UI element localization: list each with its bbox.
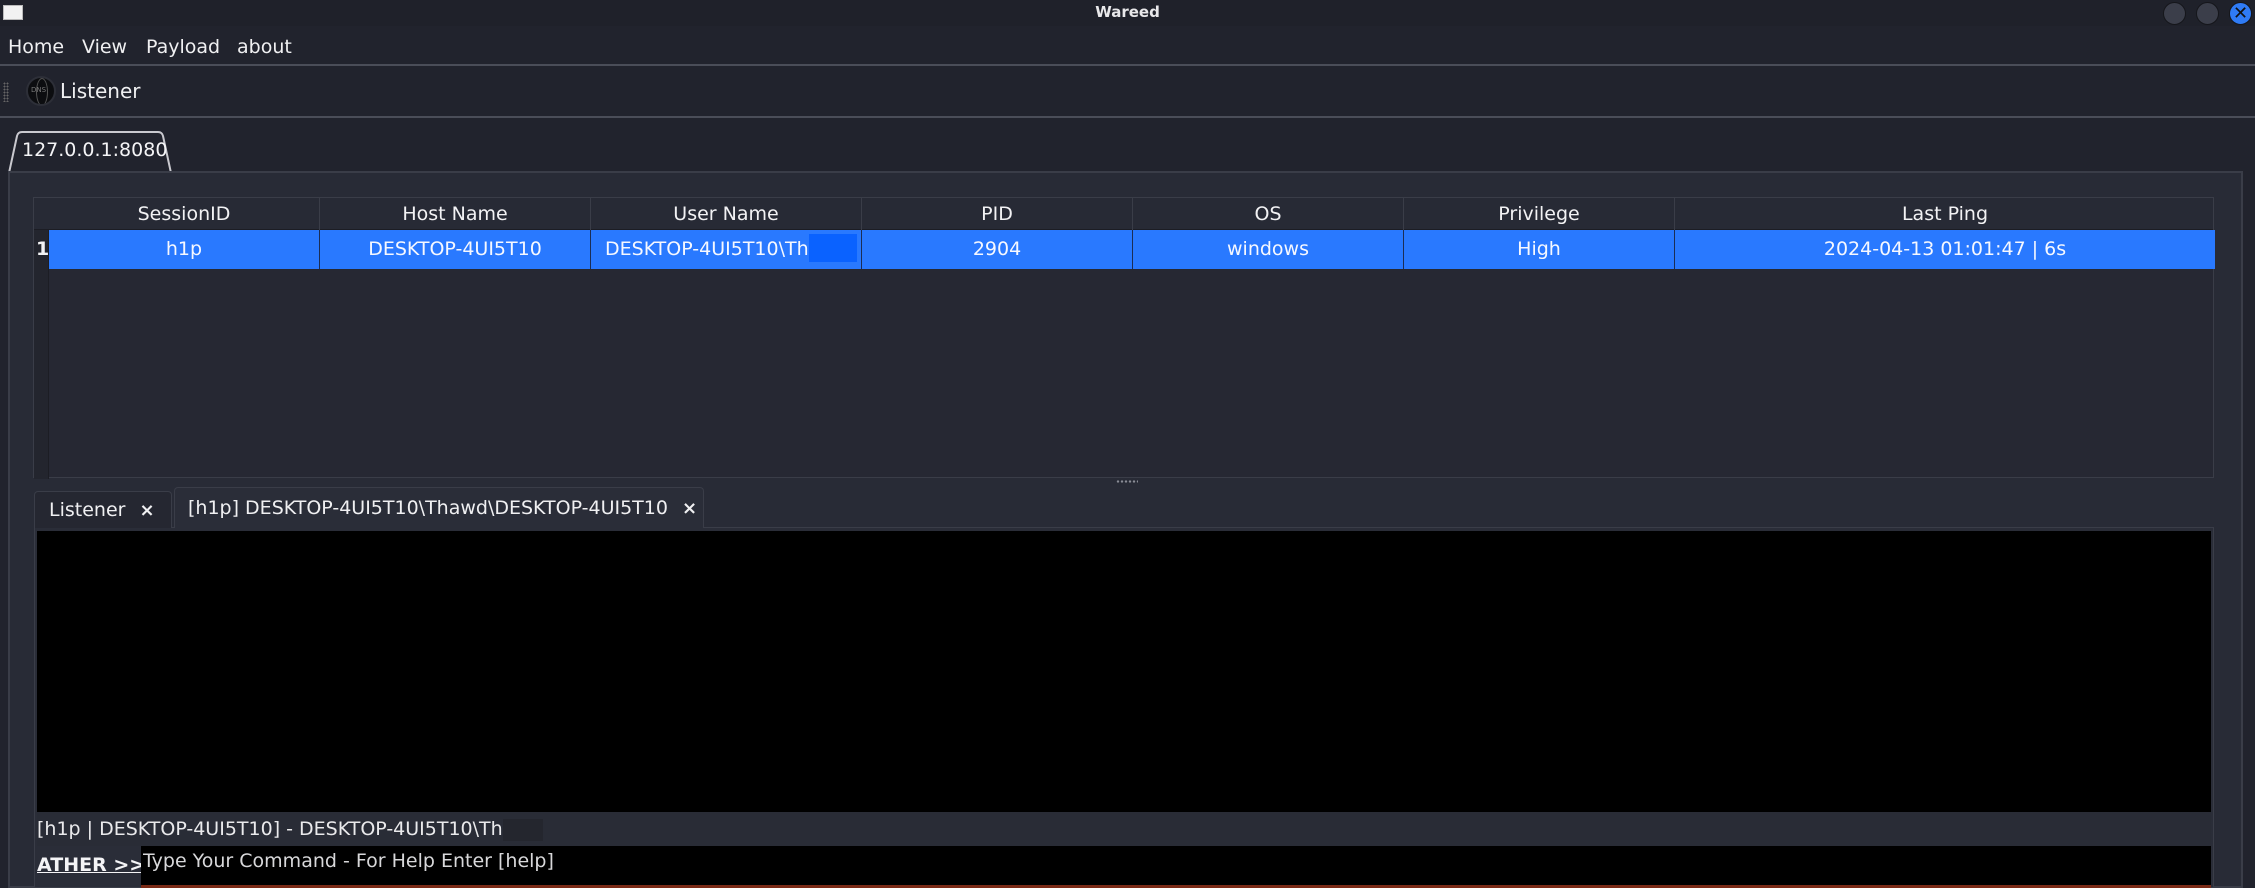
command-prompt-label: ATHER >> xyxy=(37,854,146,876)
toolbar-grip-handle[interactable] xyxy=(3,82,9,102)
minimize-button[interactable] xyxy=(2163,2,2186,25)
menu-bar: Home View Payload about xyxy=(0,26,2255,66)
globe-dns-icon xyxy=(26,76,56,106)
column-header-os[interactable]: OS xyxy=(1133,198,1404,230)
tab-listener-label: Listener xyxy=(49,499,126,521)
tab-session-h1p[interactable]: [h1p] DESKTOP-4UI5T10\Thawd\DESKTOP-4UI5… xyxy=(174,487,704,528)
cell-privilege: High xyxy=(1404,230,1675,269)
column-header-pid[interactable]: PID xyxy=(862,198,1133,230)
sessions-table: SessionID Host Name User Name PID OS Pri… xyxy=(33,197,2215,479)
column-header-session-id[interactable]: SessionID xyxy=(49,198,320,230)
column-header-last-ping[interactable]: Last Ping xyxy=(1675,198,2215,230)
command-input[interactable] xyxy=(141,846,2211,888)
tab-listener[interactable]: Listener × xyxy=(34,491,172,528)
splitter-handle[interactable] xyxy=(1116,480,1138,483)
maximize-button[interactable] xyxy=(2196,2,2219,25)
cell-pid: 2904 xyxy=(862,230,1133,269)
listener-tab-label: 127.0.0.1:8080 xyxy=(22,139,168,161)
listener-toolbar-button[interactable]: Listener xyxy=(26,76,140,106)
cell-session-id: h1p xyxy=(49,230,320,269)
row-number[interactable]: 1 xyxy=(36,238,49,260)
menu-view[interactable]: View xyxy=(82,36,127,58)
cell-last-ping: 2024-04-13 01:01:47 | 6s xyxy=(1823,238,2067,260)
redaction-box xyxy=(808,233,857,262)
cell-user-name: DESKTOP-4UI5T10\Th xyxy=(591,230,862,269)
cell-host-name: DESKTOP-4UI5T10 xyxy=(320,230,591,269)
window-title: Wareed xyxy=(1095,3,1160,21)
close-icon: ✕ xyxy=(2232,3,2249,24)
table-header: SessionID Host Name User Name PID OS Pri… xyxy=(34,198,2213,230)
redaction-box xyxy=(502,818,543,841)
session-status-text: [h1p | DESKTOP-4UI5T10] - DESKTOP-4UI5T1… xyxy=(37,818,503,840)
cell-os: windows xyxy=(1133,230,1404,269)
menu-about[interactable]: about xyxy=(237,36,292,58)
column-header-user-name[interactable]: User Name xyxy=(591,198,862,230)
menu-home[interactable]: Home xyxy=(8,36,64,58)
session-tabs: Listener × [h1p] DESKTOP-4UI5T10\Thawd\D… xyxy=(34,487,2214,528)
table-row[interactable]: h1p DESKTOP-4UI5T10 DESKTOP-4UI5T10\Th 2… xyxy=(49,230,2215,269)
tab-listener-close-icon[interactable]: × xyxy=(139,500,154,521)
column-header-host-name[interactable]: Host Name xyxy=(320,198,591,230)
listener-toolbar-label: Listener xyxy=(60,79,141,103)
column-header-privilege[interactable]: Privilege xyxy=(1404,198,1675,230)
row-number-column xyxy=(34,230,49,479)
cell-user-name-text: DESKTOP-4UI5T10\Th xyxy=(605,238,809,260)
close-button[interactable]: ✕ xyxy=(2229,2,2252,25)
console-output[interactable] xyxy=(37,531,2211,812)
tab-session-close-icon[interactable]: × xyxy=(682,498,697,519)
menu-payload[interactable]: Payload xyxy=(146,36,220,58)
title-bar: Wareed ✕ xyxy=(0,0,2255,26)
tab-session-label: [h1p] DESKTOP-4UI5T10\Thawd\DESKTOP-4UI5… xyxy=(188,497,668,519)
session-status-line: [h1p | DESKTOP-4UI5T10] - DESKTOP-4UI5T1… xyxy=(37,812,2211,846)
toolbar: Listener xyxy=(0,66,2255,118)
